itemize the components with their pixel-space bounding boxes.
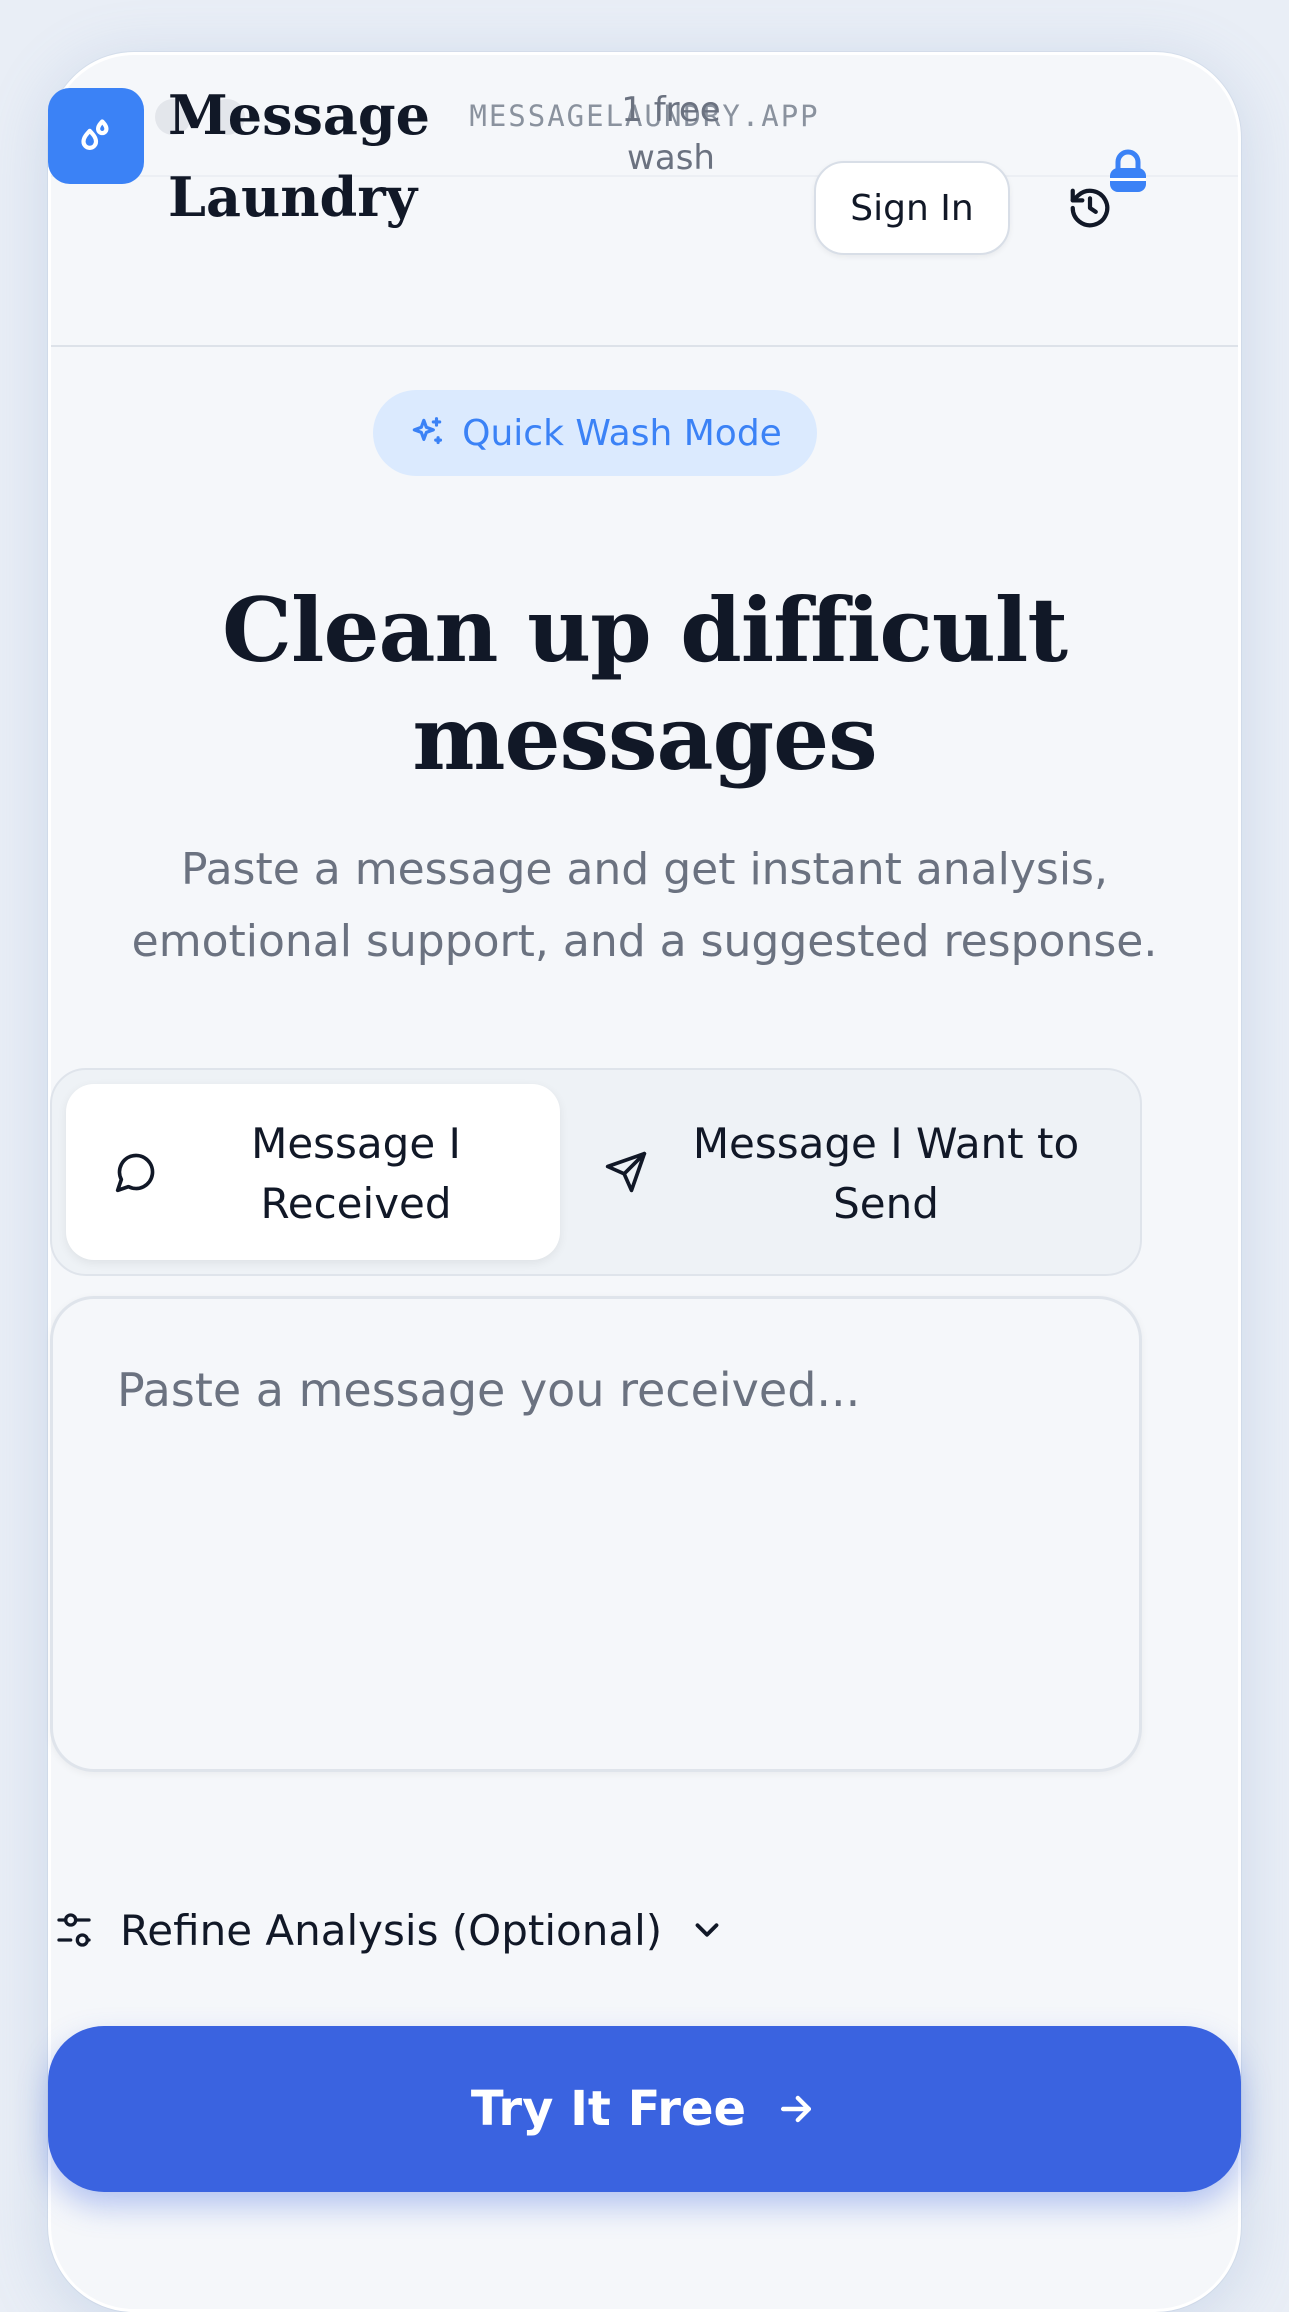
- send-icon: [605, 1151, 647, 1193]
- send-label-line-1: Message I Want to: [692, 1119, 1080, 1168]
- tab-message-received[interactable]: Message I Received: [66, 1084, 560, 1260]
- free-wash-count: 1 free: [621, 90, 721, 130]
- sparkles-icon: [412, 417, 443, 445]
- free-wash-unit: wash: [627, 138, 715, 178]
- received-label-line-2: Received: [260, 1179, 452, 1228]
- message-circle-icon: [115, 1153, 155, 1193]
- free-wash-counter: 1 free wash: [596, 86, 746, 182]
- tab-message-send[interactable]: Message I Want to Send: [566, 1084, 1130, 1260]
- page-subtitle: Paste a message and get instant analysis…: [60, 834, 1229, 978]
- cta-label: Try It Free: [470, 2081, 747, 2137]
- chevron-down-icon: [695, 1923, 719, 1937]
- brand-name[interactable]: Message Laundry: [168, 74, 431, 238]
- refine-analysis-label: Refine Analysis (Optional): [120, 1905, 663, 1955]
- page-title: Clean up difficult messages: [0, 576, 1289, 792]
- mode-toggle: Message I Received Message I Want to Sen…: [50, 1068, 1142, 1276]
- title-line-2: messages: [412, 686, 877, 790]
- tab-label-received: Message I Received: [186, 1114, 526, 1234]
- badge-label: Quick Wash Mode: [462, 412, 782, 454]
- title-line-1: Clean up difficult: [222, 578, 1068, 682]
- subtitle-line-2: emotional support, and a suggested respo…: [131, 916, 1158, 967]
- message-input-placeholder: Paste a message you received...: [117, 1363, 861, 1417]
- send-label-line-2: Send: [833, 1179, 939, 1228]
- refine-analysis-toggle[interactable]: Refine Analysis (Optional): [54, 1900, 726, 1960]
- tab-label-send: Message I Want to Send: [676, 1114, 1096, 1234]
- sliders-icon: [57, 1913, 91, 1947]
- subtitle-line-1: Paste a message and get instant analysis…: [181, 844, 1108, 895]
- quick-wash-badge: Quick Wash Mode: [373, 390, 817, 476]
- lock-icon: [1110, 149, 1146, 192]
- received-label-line-1: Message I: [251, 1119, 461, 1168]
- droplets-icon: [81, 119, 109, 150]
- arrow-right-icon: [781, 2095, 812, 2123]
- message-input[interactable]: Paste a message you received...: [50, 1296, 1142, 1772]
- try-it-free-button[interactable]: Try It Free: [48, 2026, 1241, 2192]
- app-logo[interactable]: [48, 88, 144, 184]
- sign-in-button[interactable]: Sign In: [814, 161, 1010, 255]
- brand-text: Message Laundry: [168, 83, 431, 229]
